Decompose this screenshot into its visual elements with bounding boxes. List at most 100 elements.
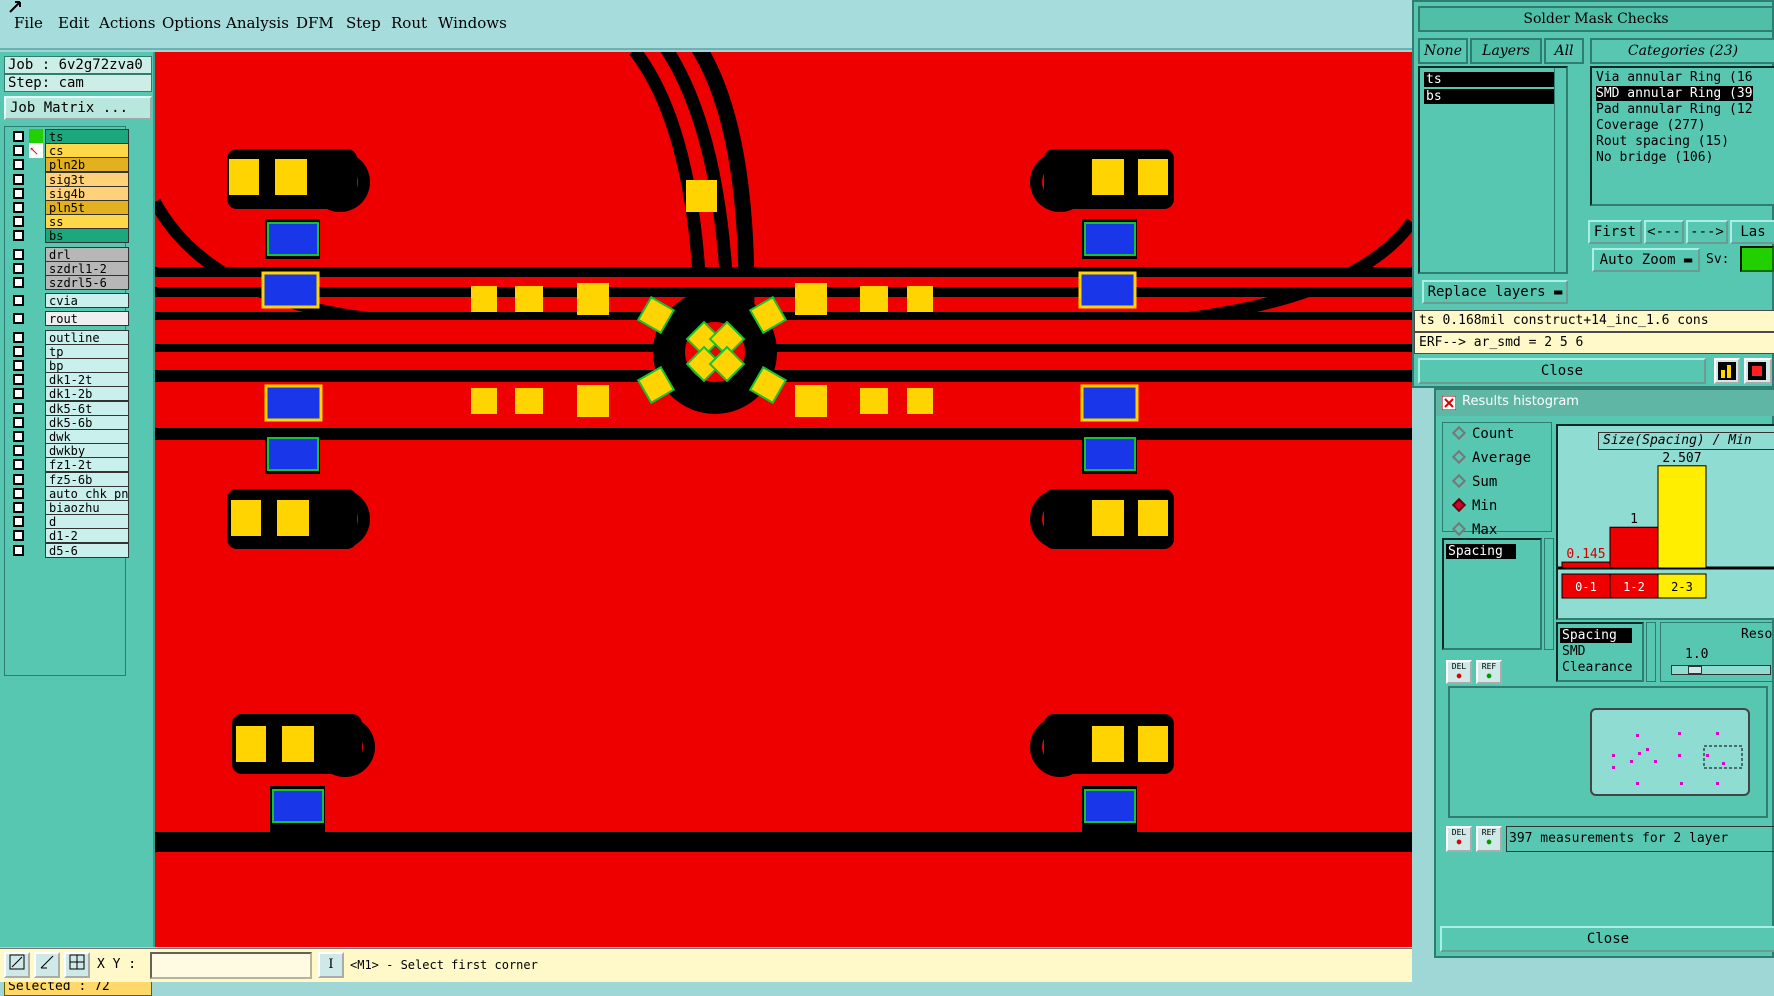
layer-row[interactable]: rout — [7, 311, 129, 327]
category-item[interactable]: No bridge (106) — [1596, 150, 1713, 165]
layer-checkbox[interactable] — [13, 530, 24, 542]
layer-checkbox[interactable] — [13, 345, 24, 357]
layer-row[interactable]: d5-6 — [7, 542, 129, 558]
layer-checkbox[interactable] — [13, 216, 24, 228]
resolution-slider[interactable] — [1671, 665, 1771, 675]
next-button[interactable]: ---> — [1686, 220, 1728, 244]
layer-checkbox[interactable] — [13, 516, 24, 528]
layer-row[interactable]: drl — [7, 246, 129, 262]
subtype-item[interactable]: SMD — [1560, 644, 1585, 659]
xy-input[interactable] — [150, 952, 312, 979]
pcb-canvas[interactable] — [155, 52, 1412, 947]
ref-button[interactable]: REF ● — [1476, 660, 1502, 684]
layer-row[interactable]: bp — [7, 358, 129, 373]
ref-button-2[interactable]: REF ● — [1476, 826, 1502, 852]
layer-checkbox[interactable] — [13, 262, 24, 274]
layer-row[interactable]: dk5-6b — [7, 414, 129, 430]
category-item[interactable]: Coverage (277) — [1596, 118, 1706, 133]
histogram-close-button[interactable]: Close — [1440, 926, 1774, 952]
layer-row[interactable]: pln5t — [7, 200, 129, 215]
sm-close-button[interactable]: Close — [1418, 358, 1706, 384]
layer-row[interactable]: auto_chk_pn — [7, 485, 129, 501]
layer-checkbox[interactable] — [13, 187, 24, 199]
layer-checkbox[interactable] — [13, 402, 24, 414]
layer-checkbox[interactable] — [13, 544, 24, 556]
measure-list-scrollbar[interactable] — [1544, 538, 1554, 650]
category-item[interactable]: SMD annular Ring (39 — [1596, 86, 1753, 101]
stat-radio-max[interactable]: Max — [1451, 521, 1497, 538]
layer-row[interactable]: dwkby — [7, 443, 129, 459]
layer-row[interactable]: tp — [7, 343, 129, 359]
layer-row[interactable]: ss — [7, 214, 129, 230]
layer-checkbox[interactable] — [13, 473, 24, 485]
sm-layer-scrollbar[interactable] — [1554, 68, 1566, 272]
stat-radio-average[interactable]: Average — [1451, 449, 1531, 466]
del-button-2[interactable]: DEL ● — [1446, 826, 1472, 852]
info-button[interactable]: I — [318, 952, 344, 978]
layer-checkbox[interactable] — [13, 431, 24, 442]
tab-all[interactable]: All — [1544, 38, 1584, 64]
sm-flag-button[interactable] — [1744, 358, 1772, 384]
layer-row[interactable]: d1-2 — [7, 528, 129, 544]
layer-checkbox[interactable] — [13, 202, 24, 213]
grid-tool-button[interactable] — [64, 952, 90, 978]
measure-tool-button[interactable] — [34, 952, 60, 978]
menu-windows[interactable]: Windows — [438, 14, 507, 32]
layer-checkbox[interactable] — [13, 248, 24, 260]
layer-row[interactable]: fz1-2t — [7, 457, 129, 473]
first-button[interactable]: First — [1588, 220, 1642, 244]
layer-row[interactable]: bs — [7, 228, 129, 244]
subtype-item[interactable]: Spacing — [1560, 628, 1632, 643]
layer-row[interactable]: sig4b — [7, 185, 129, 201]
sm-graph-button[interactable] — [1714, 358, 1740, 384]
prev-button[interactable]: <--- — [1644, 220, 1684, 244]
layer-checkbox[interactable] — [13, 360, 24, 371]
layer-row[interactable]: ↖ cs — [7, 143, 129, 159]
layer-checkbox[interactable] — [13, 159, 24, 171]
layer-checkbox[interactable] — [13, 277, 24, 288]
del-button[interactable]: DEL ● — [1446, 660, 1472, 684]
layer-row[interactable]: sig3t — [7, 171, 129, 187]
layer-row[interactable]: fz5-6b — [7, 471, 129, 487]
resolution-slider-handle[interactable] — [1688, 666, 1702, 674]
menu-file[interactable]: File — [14, 14, 43, 32]
layer-row[interactable]: ts — [7, 129, 129, 144]
close-icon[interactable] — [1442, 396, 1456, 410]
layer-row[interactable]: d — [7, 514, 129, 530]
layer-checkbox[interactable] — [13, 230, 24, 242]
zoom-tool-button[interactable] — [4, 952, 30, 978]
layer-checkbox[interactable] — [13, 313, 24, 325]
subtype-item[interactable]: Clearance — [1560, 660, 1632, 675]
layer-row[interactable]: cvia — [7, 293, 129, 309]
menu-analysis[interactable]: Analysis — [226, 14, 289, 32]
layer-row[interactable]: dk5-6t — [7, 400, 129, 416]
menu-options[interactable]: Options — [162, 14, 221, 32]
menu-dfm[interactable]: DFM — [296, 14, 334, 32]
layer-checkbox[interactable] — [13, 502, 24, 513]
replace-layers-dropdown[interactable]: Replace layers ▬ — [1422, 280, 1568, 304]
layer-checkbox[interactable] — [13, 131, 24, 142]
sm-layer-item[interactable]: ts — [1424, 72, 1554, 87]
category-item[interactable]: Pad annular Ring (12 — [1596, 102, 1753, 117]
stat-radio-min[interactable]: Min — [1451, 497, 1497, 514]
stat-radio-count[interactable]: Count — [1451, 425, 1514, 442]
layer-row[interactable]: biaozhu — [7, 500, 129, 515]
layer-row[interactable]: pln2b — [7, 157, 129, 173]
measure-list-item[interactable]: Spacing — [1446, 544, 1516, 559]
menu-actions[interactable]: Actions — [99, 14, 155, 32]
menu-step[interactable]: Step — [346, 14, 381, 32]
layer-checkbox[interactable] — [13, 416, 24, 428]
layer-checkbox[interactable] — [13, 331, 24, 343]
stat-radio-sum[interactable]: Sum — [1451, 473, 1497, 490]
layer-row[interactable]: dk1-2t — [7, 372, 129, 388]
subtype-scrollbar[interactable] — [1646, 622, 1656, 682]
layer-checkbox[interactable] — [13, 295, 24, 307]
tab-layers[interactable]: Layers — [1470, 38, 1542, 64]
layer-checkbox[interactable] — [13, 374, 24, 386]
menu-edit[interactable]: Edit — [58, 14, 89, 32]
layer-row[interactable]: outline — [7, 329, 129, 345]
layer-checkbox[interactable] — [13, 445, 24, 457]
sv-color-swatch[interactable] — [1740, 246, 1774, 272]
category-item[interactable]: Rout spacing (15) — [1596, 134, 1729, 149]
layer-checkbox[interactable] — [13, 388, 24, 400]
